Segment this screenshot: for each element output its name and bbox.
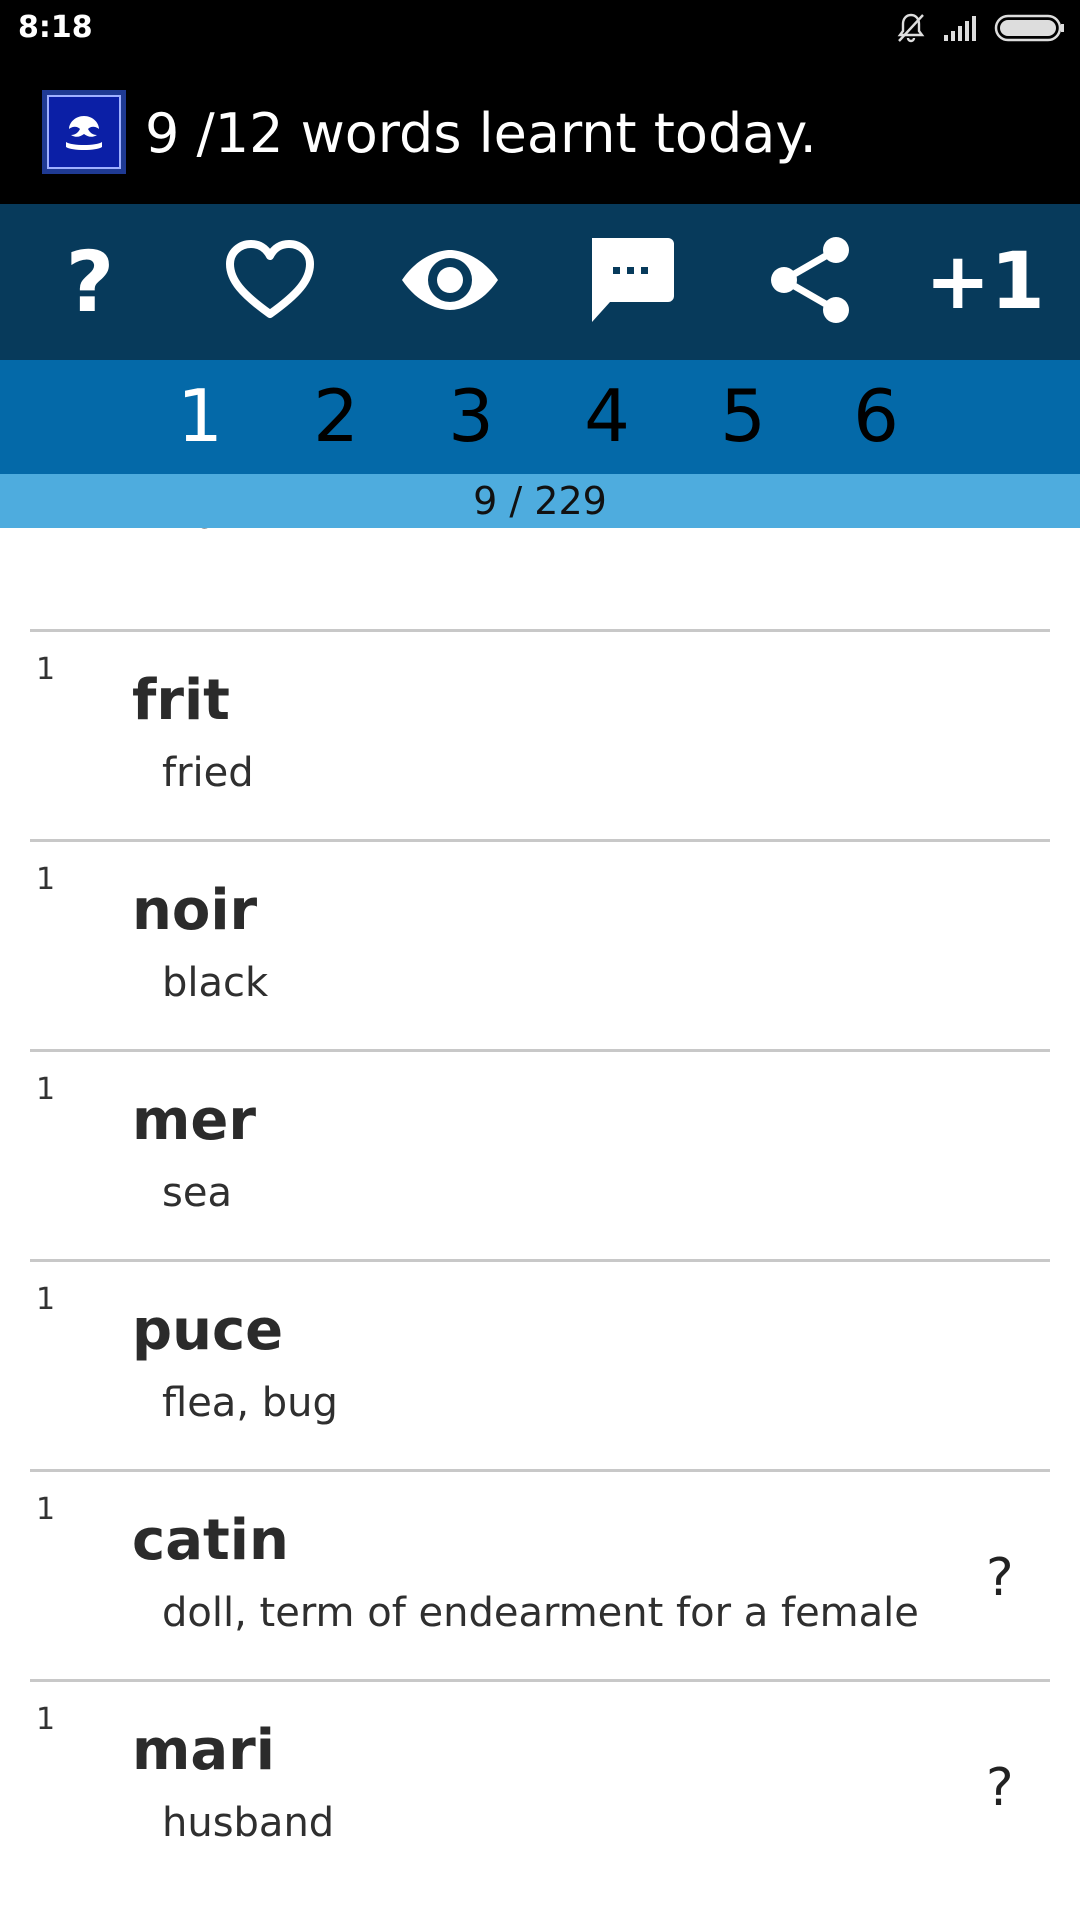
battery-icon	[994, 13, 1066, 48]
word-term: mer	[132, 1088, 256, 1153]
tab-3[interactable]: 3	[431, 374, 511, 458]
tab-1[interactable]: 1	[160, 374, 240, 458]
list-item[interactable]: 1 frit fried	[0, 632, 1080, 842]
status-bar: 8:18	[0, 0, 1080, 58]
word-term: mari	[132, 1718, 275, 1783]
word-term: puce	[132, 1298, 284, 1363]
view-button[interactable]	[385, 204, 515, 360]
heart-icon	[224, 238, 316, 327]
toolbar: ? +1	[0, 204, 1080, 360]
page-tabs: 1 2 3 4 5 6	[0, 360, 1080, 474]
list-item[interactable]: 1 puce flea, bug	[0, 1262, 1080, 1472]
unknown-mark-button[interactable]: ?	[986, 1548, 1014, 1608]
plus-one-label: +1	[925, 237, 1045, 327]
word-count: 1	[36, 1282, 56, 1317]
word-meaning: doll, term of endearment for a female	[162, 1590, 919, 1636]
plus-one-button[interactable]: +1	[920, 204, 1050, 360]
comment-button[interactable]	[565, 204, 695, 360]
word-term: catin	[132, 1508, 289, 1573]
list-item[interactable]: 1 mer sea	[0, 1052, 1080, 1262]
word-list[interactable]: wall 1 frit fried 1 noir black 1 mer sea…	[0, 528, 1080, 1920]
progress-text: 9 / 229	[473, 479, 607, 523]
word-count: 1	[36, 1072, 56, 1107]
unknown-mark-button[interactable]: ?	[986, 1758, 1014, 1818]
share-button[interactable]	[745, 204, 875, 360]
word-count: 1	[36, 862, 56, 897]
word-count: 1	[36, 652, 56, 687]
help-button[interactable]: ?	[25, 204, 155, 360]
status-icons	[894, 12, 1066, 48]
tab-2[interactable]: 2	[296, 374, 376, 458]
word-meaning: sea	[162, 1170, 232, 1216]
chat-icon	[584, 234, 676, 331]
list-item[interactable]: 1 mari husband ?	[0, 1682, 1080, 1892]
word-meaning: husband	[162, 1800, 335, 1846]
share-icon	[766, 234, 854, 331]
app-title: 9 /12 words learnt today.	[145, 102, 817, 165]
word-count: 1	[36, 1702, 56, 1737]
bell-muted-icon	[894, 11, 928, 50]
word-meaning: fried	[162, 750, 254, 796]
partial-meaning: wall	[162, 528, 241, 538]
tab-4[interactable]: 4	[567, 374, 647, 458]
word-meaning: flea, bug	[162, 1380, 338, 1426]
word-meaning: black	[162, 960, 269, 1006]
progress-bar: 9 / 229	[0, 474, 1080, 528]
eye-icon	[398, 248, 502, 317]
list-item[interactable]: 1 noir black	[0, 842, 1080, 1052]
app-logo[interactable]	[42, 90, 126, 174]
help-icon: ?	[65, 233, 115, 331]
tab-6[interactable]: 6	[836, 374, 916, 458]
app-bar: 9 /12 words learnt today.	[0, 58, 1080, 204]
tab-5[interactable]: 5	[703, 374, 783, 458]
favorite-button[interactable]	[205, 204, 335, 360]
list-item[interactable]: 1 catin doll, term of endearment for a f…	[0, 1472, 1080, 1682]
word-term: frit	[132, 668, 230, 733]
word-term: noir	[132, 878, 258, 943]
status-time: 8:18	[18, 10, 93, 45]
word-count: 1	[36, 1492, 56, 1527]
signal-icon	[942, 13, 980, 48]
